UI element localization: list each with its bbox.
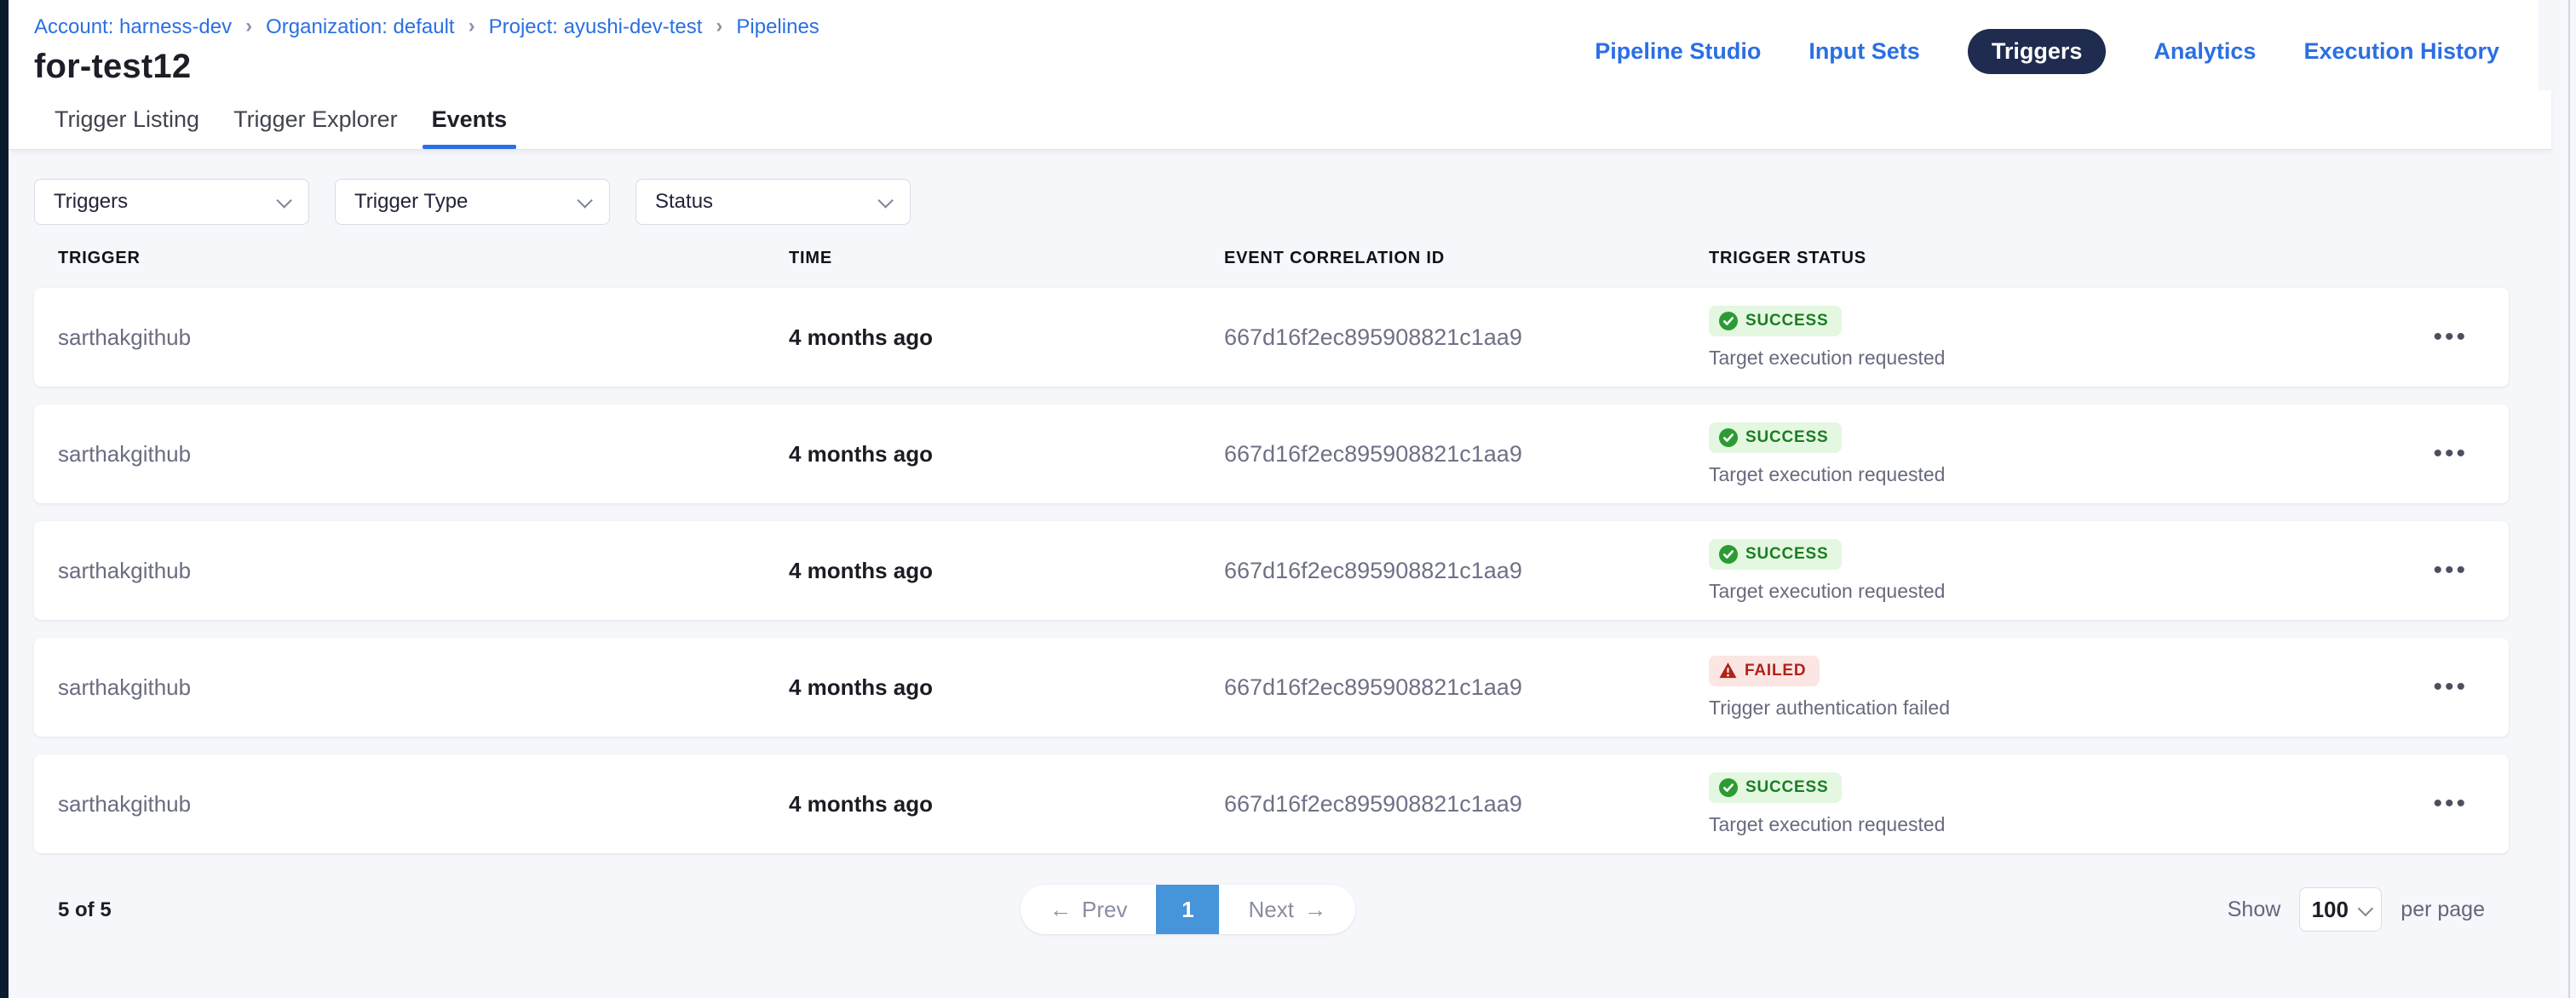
check-circle-icon <box>1719 778 1738 797</box>
chevron-down-icon <box>577 192 592 208</box>
trigger-name: sarthakgithub <box>34 674 765 701</box>
check-circle-icon <box>1719 312 1738 330</box>
event-correlation-id: 667d16f2ec895908821c1aa9 <box>1200 441 1685 467</box>
table-row[interactable]: sarthakgithub 4 months ago 667d16f2ec895… <box>34 521 2509 620</box>
trigger-name: sarthakgithub <box>34 558 765 584</box>
breadcrumb-account[interactable]: Account: harness-dev <box>34 15 232 39</box>
pagination: ← Prev 1 Next → <box>1021 885 1355 934</box>
chevron-down-icon <box>2358 900 2373 915</box>
nav-analytics[interactable]: Analytics <box>2153 38 2256 65</box>
event-time: 4 months ago <box>765 674 1200 701</box>
trigger-status-cell: SUCCESS Target execution requested <box>1685 422 2381 486</box>
per-page-control: Show 100 per page <box>2228 887 2485 932</box>
column-header-time: TIME <box>765 249 1200 268</box>
filters-row: Triggers Trigger Type Status <box>34 179 2509 225</box>
events-content: Triggers Trigger Type Status TRIGGER TIM… <box>9 150 2576 978</box>
app-area: Account: harness-dev › Organization: def… <box>9 0 2576 998</box>
scrollbar[interactable] <box>2568 0 2570 998</box>
event-correlation-id: 667d16f2ec895908821c1aa9 <box>1200 324 1685 351</box>
tab-trigger-listing[interactable]: Trigger Listing <box>55 90 199 149</box>
event-correlation-id: 667d16f2ec895908821c1aa9 <box>1200 674 1685 701</box>
trigger-name: sarthakgithub <box>34 441 765 467</box>
trigger-tabbar: Trigger Listing Trigger Explorer Events <box>9 90 2551 150</box>
breadcrumb-separator-icon: › <box>469 14 475 38</box>
check-circle-icon <box>1719 545 1738 564</box>
trigger-type-filter-select[interactable]: Trigger Type <box>335 179 610 225</box>
event-rows: sarthakgithub 4 months ago 667d16f2ec895… <box>34 288 2509 853</box>
breadcrumb-organization[interactable]: Organization: default <box>266 15 454 39</box>
more-options-icon[interactable]: ••• <box>2433 441 2468 467</box>
result-count: 5 of 5 <box>58 898 112 922</box>
trigger-status-cell: SUCCESS Target execution requested <box>1685 772 2381 836</box>
event-time: 4 months ago <box>765 441 1200 467</box>
event-time: 4 months ago <box>765 791 1200 817</box>
check-circle-icon <box>1719 428 1738 447</box>
status-detail: Target execution requested <box>1709 813 1945 836</box>
status-detail: Target execution requested <box>1709 347 1945 370</box>
breadcrumb-pipelines[interactable]: Pipelines <box>736 15 819 39</box>
pipeline-top-nav: Pipeline Studio Input Sets Triggers Anal… <box>1595 29 2499 74</box>
breadcrumb-separator-icon: › <box>716 14 722 38</box>
per-page-label: per page <box>2401 898 2485 922</box>
status-badge: SUCCESS <box>1709 539 1842 570</box>
trigger-name: sarthakgithub <box>34 324 765 351</box>
status-badge: SUCCESS <box>1709 772 1842 803</box>
column-header-event-correlation-id: EVENT CORRELATION ID <box>1200 249 1685 268</box>
show-label: Show <box>2228 898 2281 922</box>
nav-input-sets[interactable]: Input Sets <box>1808 38 1920 65</box>
event-correlation-id: 667d16f2ec895908821c1aa9 <box>1200 791 1685 817</box>
breadcrumb-project[interactable]: Project: ayushi-dev-test <box>489 15 703 39</box>
trigger-name: sarthakgithub <box>34 791 765 817</box>
status-filter-select[interactable]: Status <box>635 179 911 225</box>
event-time: 4 months ago <box>765 558 1200 584</box>
trigger-status-cell: FAILED Trigger authentication failed <box>1685 656 2381 720</box>
table-row[interactable]: sarthakgithub 4 months ago 667d16f2ec895… <box>34 638 2509 737</box>
page-number-button[interactable]: 1 <box>1156 885 1219 934</box>
table-row[interactable]: sarthakgithub 4 months ago 667d16f2ec895… <box>34 754 2509 853</box>
status-badge: SUCCESS <box>1709 422 1842 453</box>
status-detail: Trigger authentication failed <box>1709 697 1950 720</box>
arrow-left-icon: ← <box>1049 897 1072 923</box>
status-badge: FAILED <box>1709 656 1820 686</box>
nav-triggers[interactable]: Triggers <box>1968 29 2107 74</box>
arrow-right-icon: → <box>1304 897 1326 923</box>
triggers-filter-label: Triggers <box>54 190 128 214</box>
more-options-icon[interactable]: ••• <box>2433 558 2468 583</box>
table-header-row: TRIGGER TIME EVENT CORRELATION ID TRIGGE… <box>34 249 2509 288</box>
status-detail: Target execution requested <box>1709 580 1945 603</box>
pagination-footer: 5 of 5 ← Prev 1 Next → Show 100 <box>34 885 2509 978</box>
event-time: 4 months ago <box>765 324 1200 351</box>
page-size-select[interactable]: 100 <box>2299 887 2382 932</box>
warning-triangle-icon <box>1719 662 1737 680</box>
status-detail: Target execution requested <box>1709 463 1945 486</box>
page-header: Account: harness-dev › Organization: def… <box>9 0 2539 90</box>
trigger-status-cell: SUCCESS Target execution requested <box>1685 306 2381 370</box>
nav-execution-history[interactable]: Execution History <box>2303 38 2499 65</box>
more-options-icon[interactable]: ••• <box>2433 674 2468 700</box>
triggers-filter-select[interactable]: Triggers <box>34 179 309 225</box>
screen: Account: harness-dev › Organization: def… <box>0 0 2576 998</box>
trigger-status-cell: SUCCESS Target execution requested <box>1685 539 2381 603</box>
status-badge: SUCCESS <box>1709 306 1842 336</box>
prev-page-button[interactable]: ← Prev <box>1021 885 1156 934</box>
status-filter-label: Status <box>655 190 713 214</box>
trigger-type-filter-label: Trigger Type <box>354 190 468 214</box>
chevron-down-icon <box>877 192 893 208</box>
next-page-button[interactable]: Next → <box>1219 885 1354 934</box>
more-options-icon[interactable]: ••• <box>2433 324 2468 350</box>
table-row[interactable]: sarthakgithub 4 months ago 667d16f2ec895… <box>34 288 2509 387</box>
nav-pipeline-studio[interactable]: Pipeline Studio <box>1595 38 1761 65</box>
column-header-trigger-status: TRIGGER STATUS <box>1685 249 2381 268</box>
event-correlation-id: 667d16f2ec895908821c1aa9 <box>1200 558 1685 584</box>
column-header-trigger: TRIGGER <box>34 249 765 268</box>
breadcrumb-separator-icon: › <box>245 14 252 38</box>
collapsed-side-nav[interactable] <box>0 0 9 998</box>
table-row[interactable]: sarthakgithub 4 months ago 667d16f2ec895… <box>34 404 2509 503</box>
chevron-down-icon <box>276 192 291 208</box>
more-options-icon[interactable]: ••• <box>2433 791 2468 817</box>
tab-trigger-explorer[interactable]: Trigger Explorer <box>233 90 398 149</box>
tab-events[interactable]: Events <box>432 90 508 149</box>
